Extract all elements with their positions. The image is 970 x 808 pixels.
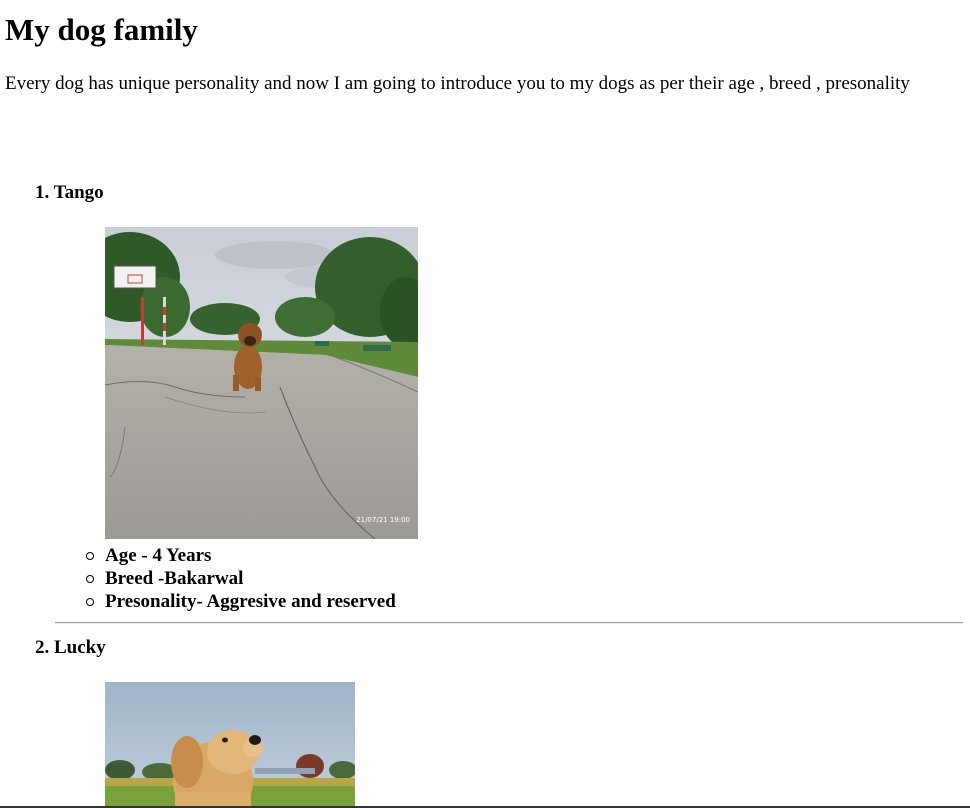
tango-photo: 21/07/21 19:00 [105,227,418,539]
page: My dog family Every dog has unique perso… [0,0,970,808]
tango-personality: Presonality- Aggresive and reserved [105,591,396,612]
lucky-photo [105,682,355,808]
hollow-circle-icon [86,552,94,560]
intro-paragraph: Every dog has unique personality and now… [5,73,910,94]
tango-breed: Breed -Bakarwal [105,568,244,589]
photo-timestamp: 21/07/21 19:00 [356,516,410,524]
tango-facts-list: Age - 4 Years Breed -Bakarwal Presonalit… [82,544,396,613]
dog-heading-tango: 1. Tango [35,182,104,203]
page-title: My dog family [5,12,198,47]
hollow-circle-icon [86,575,94,583]
tango-age: Age - 4 Years [105,545,212,566]
section-divider [55,622,963,624]
list-item: Breed -Bakarwal [82,567,396,590]
dog-heading-lucky: 2. Lucky [35,637,106,658]
list-item: Age - 4 Years [82,544,396,567]
hollow-circle-icon [86,598,94,606]
list-item: Presonality- Aggresive and reserved [82,590,396,613]
